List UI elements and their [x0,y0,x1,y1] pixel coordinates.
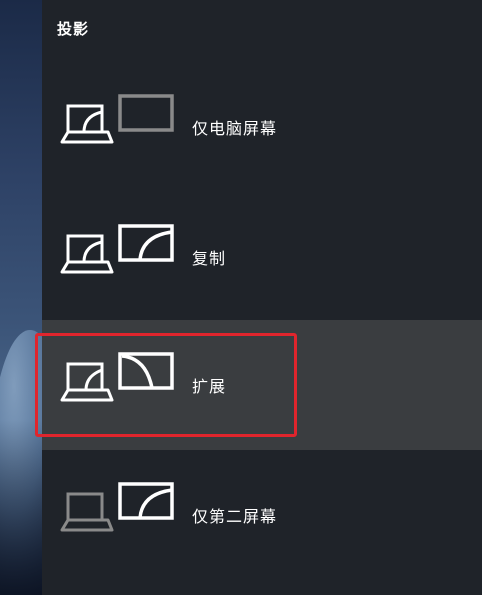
option-label: 复制 [192,249,227,268]
desktop-wallpaper [0,0,70,595]
panel-title: 投影 [57,20,90,38]
option-pc-screen-only[interactable]: 仅电脑屏幕 [42,62,482,192]
project-panel: 投影 仅电脑屏幕 复制 扩展 仅第二屏幕 [42,0,482,595]
option-duplicate[interactable]: 复制 [42,192,482,322]
duplicate-icon [60,224,174,274]
projection-screen: 投影 仅电脑屏幕 复制 扩展 仅第二屏幕 [0,0,482,595]
pc-screen-only-icon [60,94,174,144]
extend-icon [60,352,174,402]
second-screen-only-icon [60,482,174,532]
option-second-screen-only[interactable]: 仅第二屏幕 [42,450,482,580]
wallpaper-shade [0,420,42,595]
option-extend[interactable]: 扩展 [42,320,482,450]
option-label: 仅电脑屏幕 [192,119,278,138]
option-label: 扩展 [192,377,227,396]
option-label: 仅第二屏幕 [192,507,278,526]
